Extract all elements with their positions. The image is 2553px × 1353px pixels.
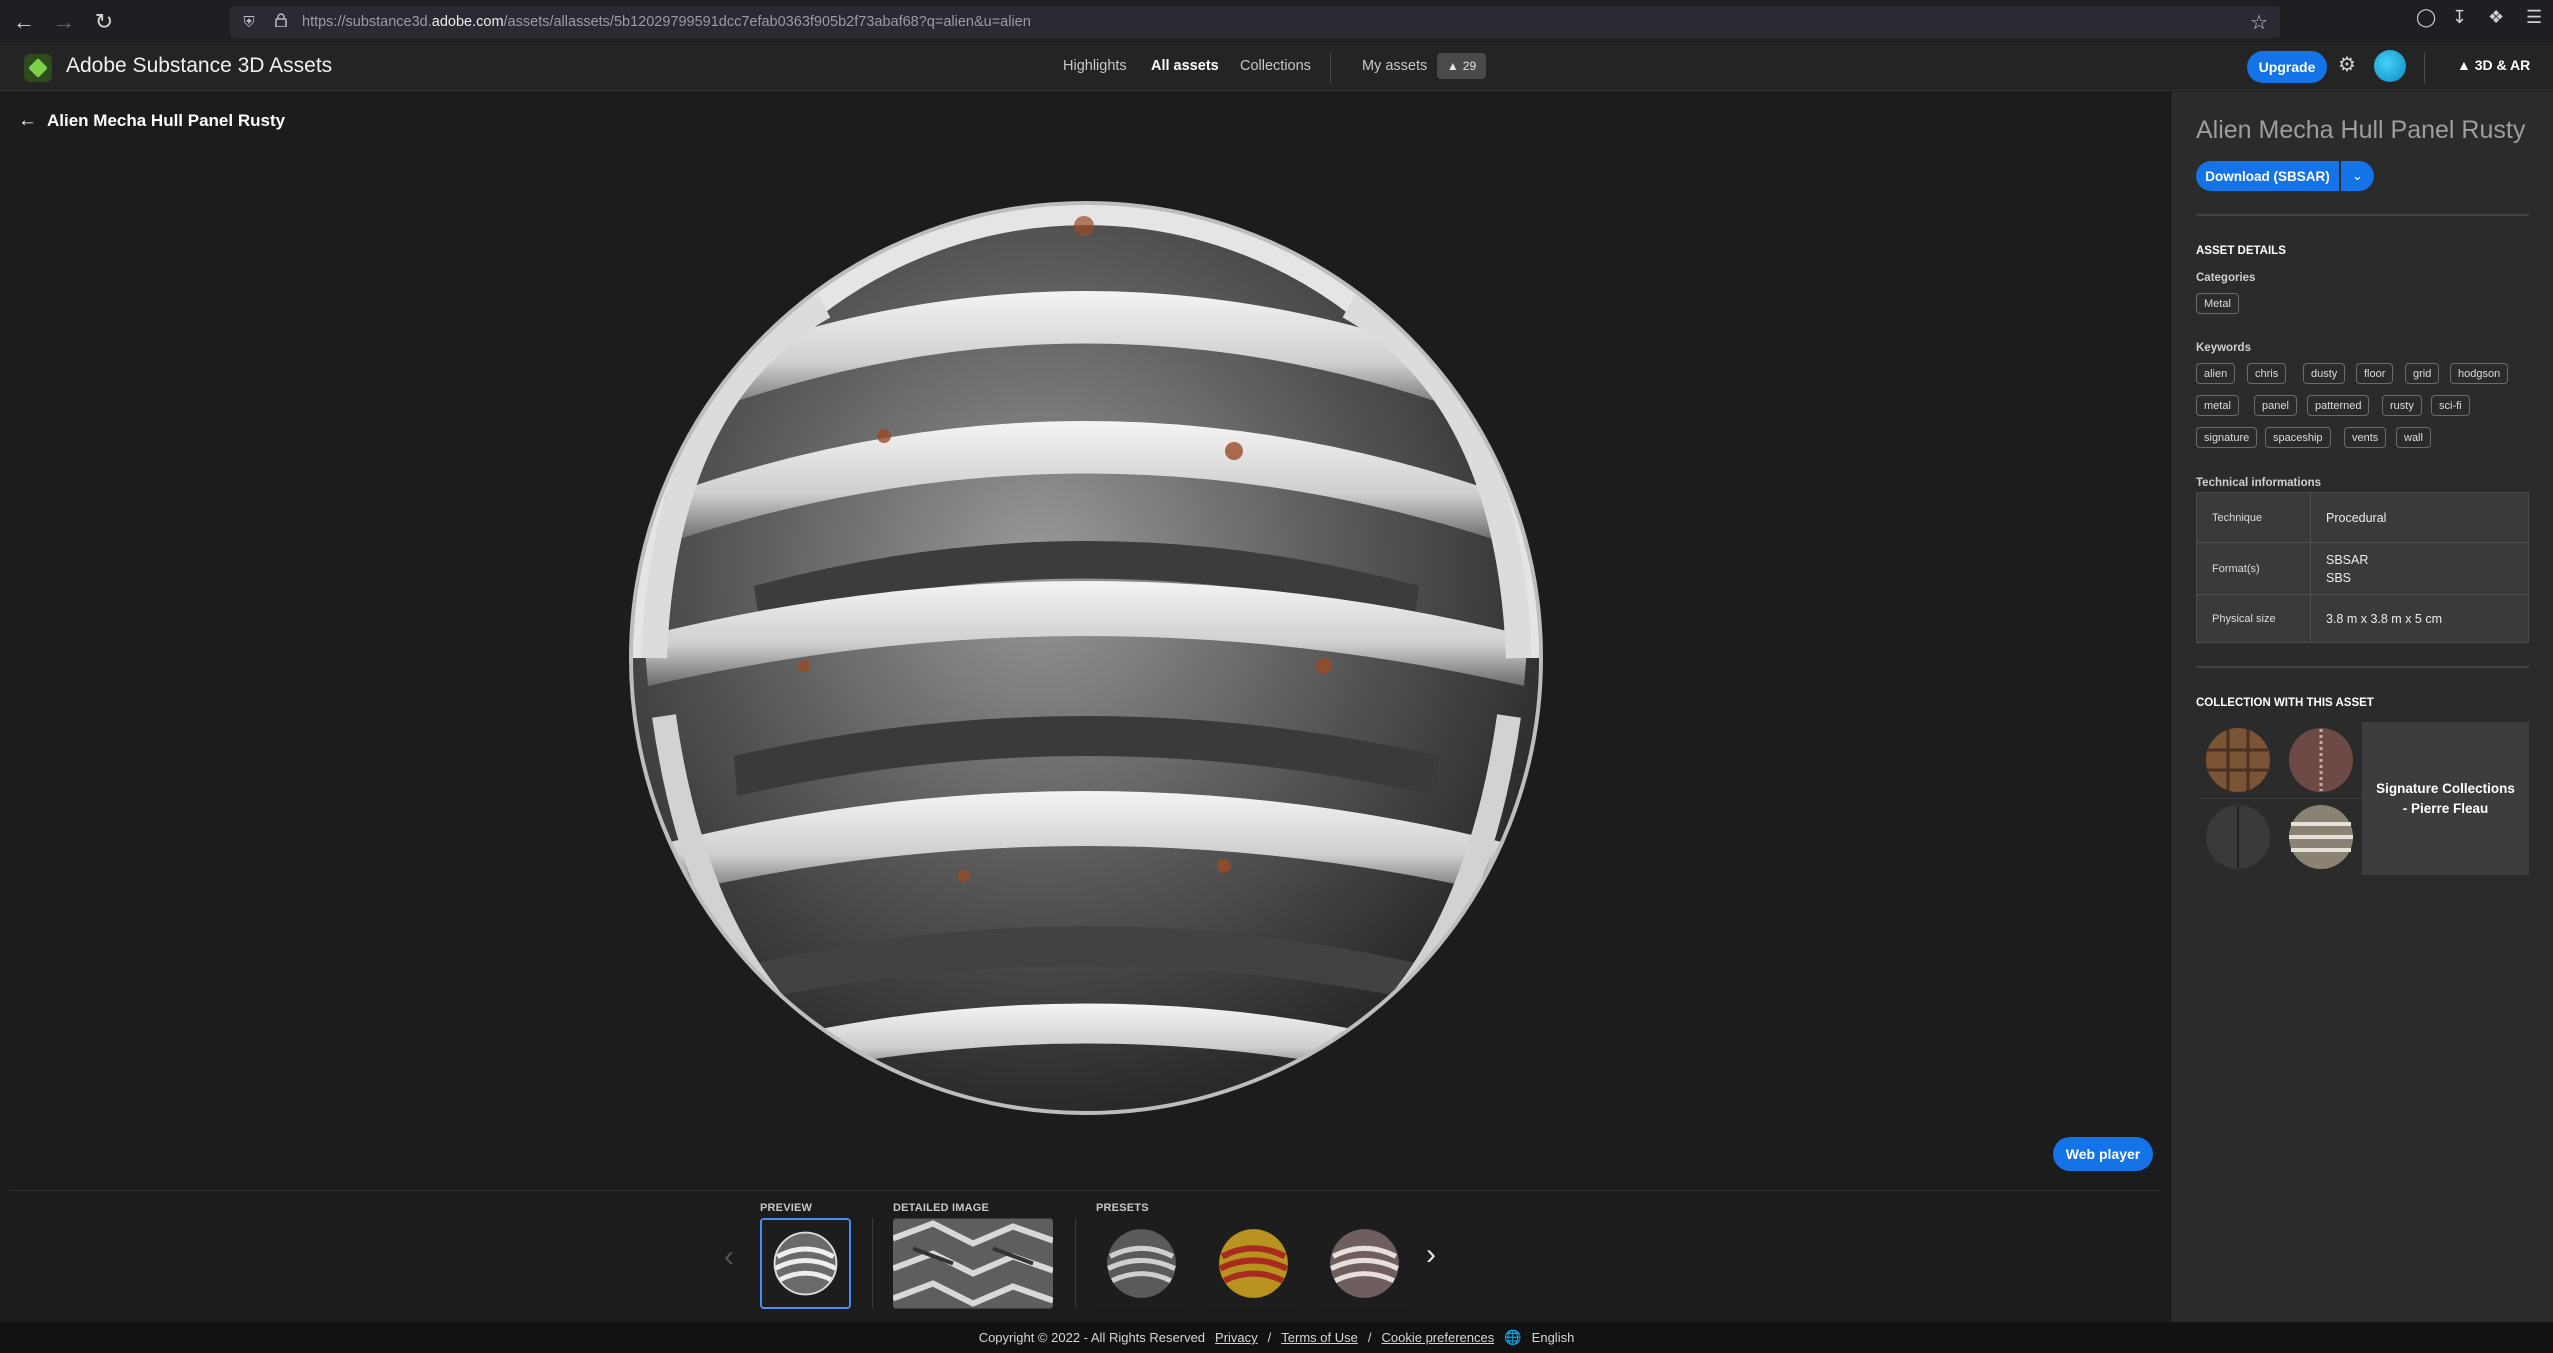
- physical-size-value: 3.8 m x 3.8 m x 5 cm: [2326, 611, 2443, 626]
- forward-icon[interactable]: →: [48, 6, 80, 38]
- strip-divider: [10, 1190, 2160, 1191]
- asset-details-heading: ASSET DETAILS: [2196, 245, 2286, 257]
- table-row: Format(s) SBSAR SBS: [2196, 542, 2529, 595]
- keywords-heading: Keywords: [2196, 342, 2251, 354]
- table-row: Physical size 3.8 m x 3.8 m x 5 cm: [2196, 594, 2529, 643]
- keyword-tag[interactable]: chris: [2247, 363, 2287, 384]
- technical-info-heading: Technical informations: [2196, 477, 2322, 489]
- collection-thumbnail: [2196, 722, 2279, 798]
- footer: Copyright © 2022 - All Rights Reserved P…: [0, 1322, 2553, 1353]
- reload-icon[interactable]: ↻: [88, 6, 120, 38]
- asset-details-panel: Alien Mecha Hull Panel Rusty Download (S…: [2172, 92, 2553, 1322]
- credits-count: 29: [1462, 59, 1477, 73]
- app-title[interactable]: Adobe Substance 3D Assets: [66, 54, 332, 78]
- web-player-button[interactable]: Web player: [2053, 1137, 2153, 1171]
- nav-collections[interactable]: Collections: [1240, 58, 1311, 74]
- credits-badge[interactable]: ▲ 29: [1437, 53, 1486, 79]
- thumb-separator: [1075, 1218, 1076, 1308]
- keyword-tag[interactable]: spaceship: [2265, 427, 2331, 448]
- technique-value: Procedural: [2310, 492, 2529, 543]
- keyword-tag[interactable]: alien: [2196, 363, 2236, 384]
- collection-heading: COLLECTION WITH THIS ASSET: [2196, 697, 2374, 709]
- keyword-tag[interactable]: wall: [2396, 427, 2431, 448]
- chevron-right-icon[interactable]: ›: [1426, 1238, 1436, 1272]
- keyword-tag[interactable]: vents: [2344, 427, 2387, 448]
- header-divider: [2424, 53, 2425, 83]
- nav-all-assets[interactable]: All assets: [1151, 58, 1219, 74]
- extension-icon[interactable]: ❖: [2488, 7, 2504, 28]
- collection-thumbnail: [2279, 799, 2362, 875]
- menu-icon[interactable]: ☰: [2526, 7, 2542, 28]
- thumb-separator: [872, 1218, 873, 1308]
- adobe-icon: ▲: [1446, 59, 1459, 73]
- collection-name[interactable]: Signature Collections - Pierre Fleau: [2362, 722, 2529, 875]
- separator: /: [1367, 1330, 1372, 1345]
- language-selector[interactable]: English: [1532, 1330, 1575, 1345]
- keyword-tag[interactable]: floor: [2356, 363, 2394, 384]
- lock-icon[interactable]: [268, 13, 294, 31]
- shield-icon[interactable]: ⛨: [236, 14, 262, 31]
- avatar[interactable]: [2374, 50, 2406, 82]
- gear-icon[interactable]: ⚙: [2338, 52, 2356, 77]
- table-row: Technique Procedural: [2196, 492, 2529, 543]
- keyword-tag[interactable]: panel: [2254, 395, 2297, 416]
- asset-title: Alien Mecha Hull Panel Rusty: [2196, 116, 2526, 144]
- preset-thumbnail-2[interactable]: [1208, 1218, 1299, 1309]
- url-text: https://substance3d.adobe.com/assets/all…: [302, 14, 1031, 30]
- collection-thumbnail: [2279, 722, 2362, 798]
- privacy-link[interactable]: Privacy: [1215, 1330, 1258, 1345]
- keyword-tag[interactable]: rusty: [2382, 395, 2422, 416]
- 3d-ar-link[interactable]: ▲ 3D & AR: [2457, 57, 2530, 73]
- download-options-chevron-icon[interactable]: ⌄: [2341, 161, 2374, 191]
- terms-link[interactable]: Terms of Use: [1281, 1330, 1358, 1345]
- panel-divider: [2196, 214, 2529, 216]
- format-sbs: SBS: [2326, 570, 2352, 585]
- collection-card[interactable]: Signature Collections - Pierre Fleau: [2196, 722, 2529, 875]
- formats-value: SBSAR SBS: [2310, 542, 2529, 595]
- technical-info-table: Technique Procedural Format(s) SBSAR SBS …: [2196, 492, 2529, 643]
- substance-logo-icon[interactable]: [24, 54, 52, 82]
- presets-label: PRESETS: [1096, 1202, 1149, 1214]
- download-icon[interactable]: ↧: [2452, 7, 2467, 28]
- keyword-tag[interactable]: patterned: [2307, 395, 2370, 416]
- address-bar[interactable]: ⛨ https://substance3d.adobe.com/assets/a…: [230, 6, 2280, 38]
- upgrade-button[interactable]: Upgrade: [2247, 51, 2327, 83]
- categories-heading: Categories: [2196, 272, 2256, 284]
- cookie-preferences-link[interactable]: Cookie preferences: [1382, 1330, 1495, 1345]
- app-header: Adobe Substance 3D Assets Highlights All…: [0, 45, 2553, 91]
- preview-label: PREVIEW: [760, 1202, 813, 1214]
- keyword-tag[interactable]: sci-fi: [2431, 395, 2470, 416]
- copyright-text: Copyright © 2022 - All Rights Reserved: [978, 1330, 1206, 1345]
- keyword-tag[interactable]: metal: [2196, 395, 2239, 416]
- preset-thumbnail-3[interactable]: [1319, 1218, 1410, 1309]
- back-icon[interactable]: ←: [8, 6, 40, 38]
- adobe-icon: ▲: [2457, 57, 2475, 73]
- chevron-left-icon[interactable]: ‹: [724, 1240, 734, 1274]
- bookmark-star-icon[interactable]: ☆: [2250, 10, 2268, 35]
- browser-toolbar: ← → ↻ ⛨ https://substance3d.adobe.com/as…: [0, 0, 2553, 44]
- keyword-tag[interactable]: signature: [2196, 427, 2258, 448]
- category-tag[interactable]: Metal: [2196, 293, 2239, 314]
- nav-my-assets[interactable]: My assets: [1362, 58, 1427, 74]
- format-sbsar: SBSAR: [2326, 552, 2369, 567]
- preview-thumbnail[interactable]: [760, 1218, 851, 1309]
- separator: /: [1267, 1330, 1272, 1345]
- formats-label: Format(s): [2196, 542, 2311, 595]
- collection-thumbnail: [2196, 799, 2279, 875]
- detailed-image-label: DETAILED IMAGE: [893, 1202, 990, 1214]
- detailed-image-thumbnail[interactable]: [893, 1218, 1053, 1309]
- keyword-tag[interactable]: hodgson: [2450, 363, 2509, 384]
- preset-thumbnail-1[interactable]: [1096, 1218, 1187, 1309]
- pocket-icon[interactable]: ◯: [2416, 7, 2436, 28]
- material-preview-sphere[interactable]: [624, 196, 1549, 1121]
- technique-label: Technique: [2196, 492, 2311, 543]
- panel-divider: [2196, 666, 2529, 668]
- keyword-tag[interactable]: grid: [2405, 363, 2440, 384]
- keyword-tag[interactable]: dusty: [2303, 363, 2346, 384]
- globe-icon[interactable]: 🌐: [1504, 1329, 1521, 1346]
- nav-divider: [1330, 53, 1331, 83]
- nav-highlights[interactable]: Highlights: [1063, 58, 1127, 74]
- download-button[interactable]: Download (SBSAR): [2196, 161, 2339, 191]
- physical-size-label: Physical size: [2196, 594, 2311, 643]
